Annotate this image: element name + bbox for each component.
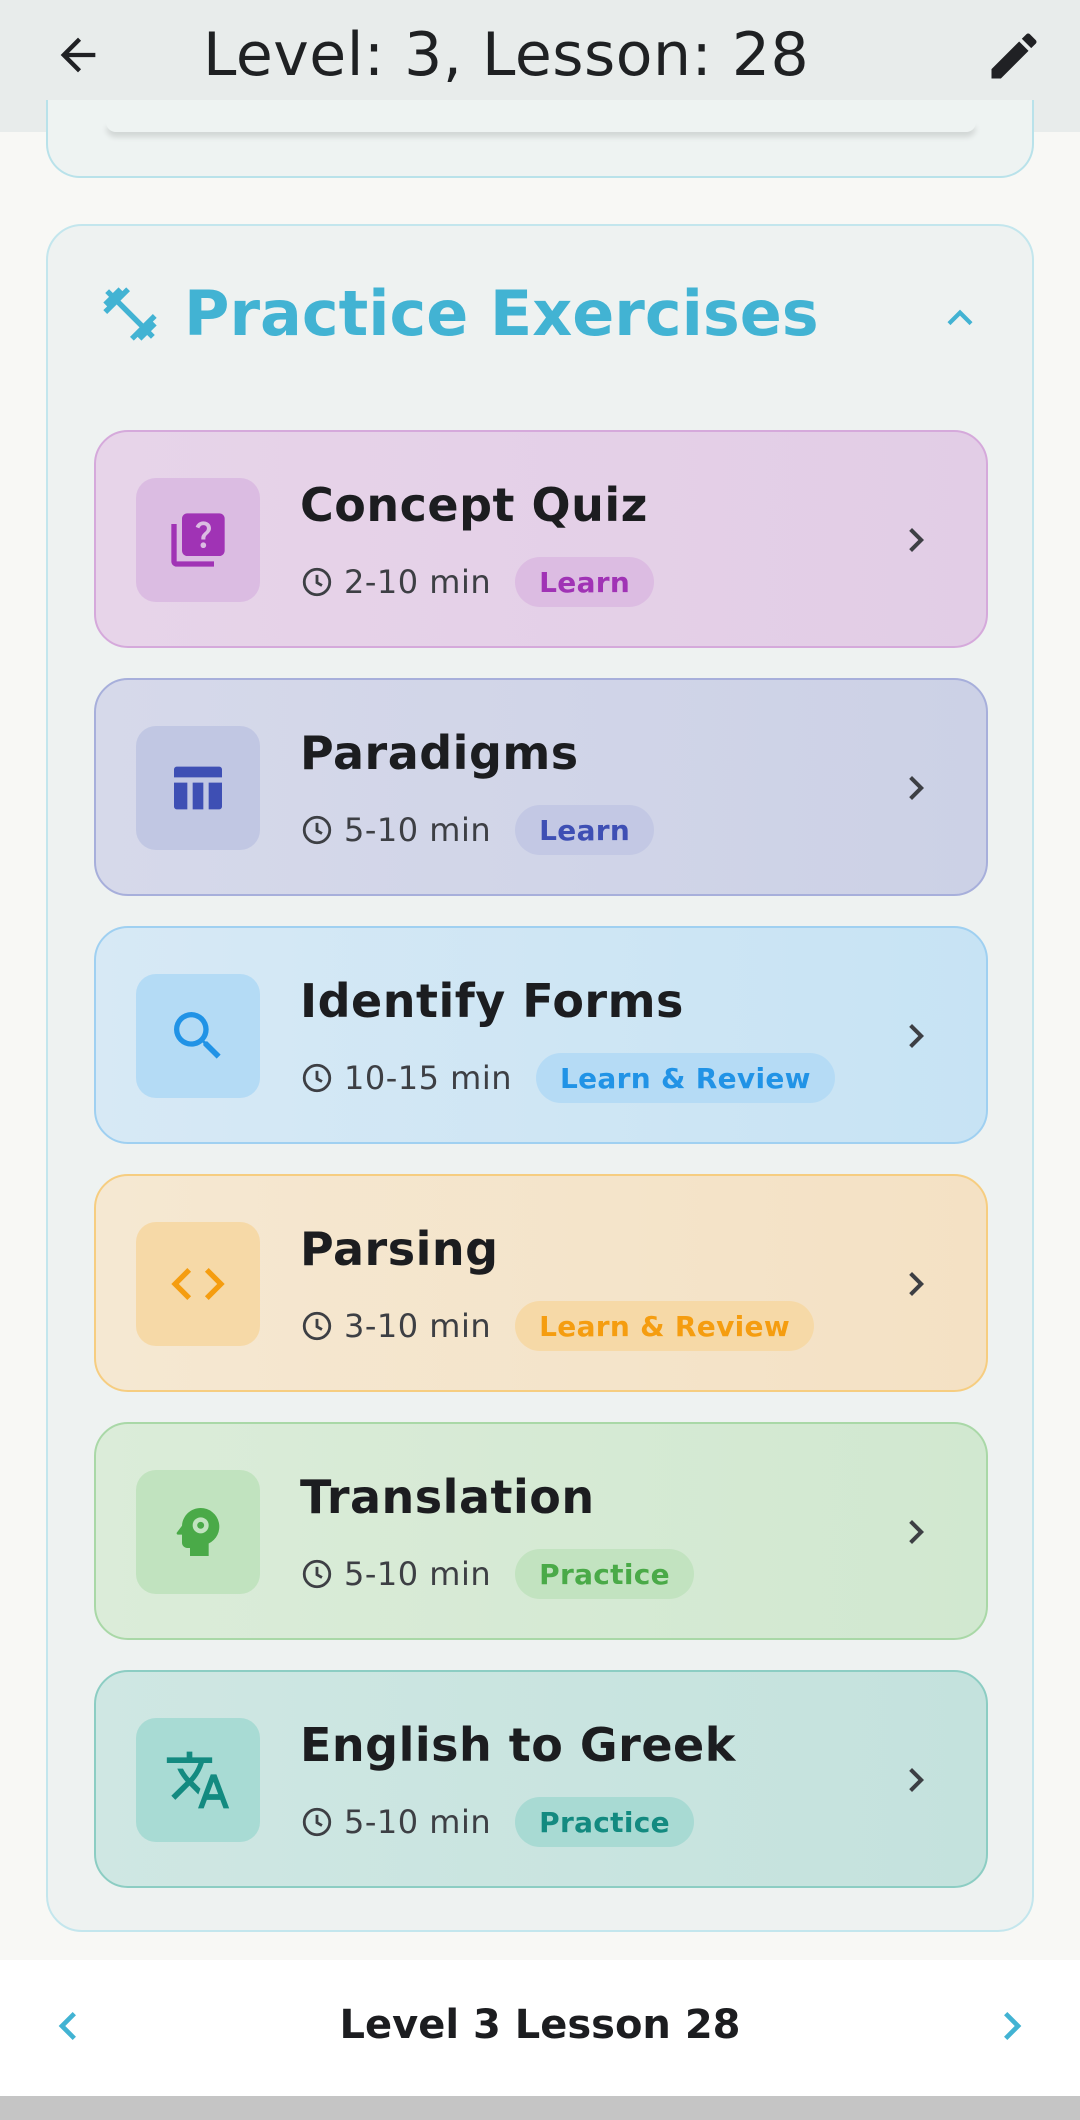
chevron-up-icon (947, 309, 973, 326)
clock-icon (302, 815, 332, 845)
practice-exercises-section: Practice Exercises Concept Quiz 2-10 min… (46, 224, 1034, 1932)
open-chevron (886, 510, 946, 570)
exercise-duration: 5-10 min (344, 1803, 492, 1841)
exercise-icon-tile (136, 1718, 260, 1842)
chevron-right-icon (909, 776, 924, 800)
exercise-card-paradigms[interactable]: Paradigms 5-10 min Learn (94, 678, 988, 896)
exercise-card-parsing[interactable]: Parsing 3-10 min Learn & Review (94, 1174, 988, 1392)
pencil-icon (991, 33, 1037, 79)
code-icon (171, 1268, 225, 1300)
exercise-name: Paradigms (300, 726, 579, 780)
section-header[interactable]: Practice Exercises (48, 226, 1032, 406)
current-lesson-label: Level 3 Lesson 28 (339, 2002, 741, 2048)
exercise-icon-tile (136, 1470, 260, 1594)
exercise-badge: Learn & Review (515, 1301, 814, 1351)
exercise-meta: 10-15 min Learn & Review (300, 1052, 835, 1104)
exercise-meta: 3-10 min Learn & Review (300, 1300, 814, 1352)
open-chevron (886, 758, 946, 818)
inner-card-edge (106, 122, 976, 132)
head-gear-icon (176, 1508, 220, 1556)
edit-button[interactable] (982, 24, 1046, 88)
exercise-name: Translation (300, 1470, 595, 1524)
open-chevron (886, 1750, 946, 1810)
exercise-badge: Learn (515, 805, 655, 855)
chevron-right-icon (909, 1272, 924, 1296)
open-chevron (886, 1254, 946, 1314)
chevron-right-icon (909, 1520, 924, 1544)
page-title: Level: 3, Lesson: 28 (203, 20, 810, 90)
section-title: Practice Exercises (184, 277, 819, 350)
chevron-right-icon (909, 528, 924, 552)
exercise-duration: 2-10 min (344, 563, 492, 601)
exercise-badge: Practice (515, 1549, 694, 1599)
exercise-meta: 5-10 min Practice (300, 1548, 694, 1600)
table-icon (174, 766, 222, 810)
previous-section-card (46, 100, 1034, 178)
exercise-meta: 5-10 min Practice (300, 1796, 694, 1848)
exercise-duration: 5-10 min (344, 811, 492, 849)
translate-icon (166, 1751, 230, 1809)
exercise-meta: 5-10 min Learn (300, 804, 655, 856)
back-button[interactable] (48, 25, 108, 85)
clock-icon (302, 1559, 332, 1589)
exercise-badge: Learn (515, 557, 655, 607)
chevron-right-icon (909, 1768, 924, 1792)
exercise-name: Concept Quiz (300, 478, 648, 532)
exercise-name: English to Greek (300, 1718, 736, 1772)
exercise-icon-tile (136, 478, 260, 602)
exercise-name: Parsing (300, 1222, 499, 1276)
chevron-right-icon (1004, 2012, 1022, 2040)
exercise-icon-tile (136, 726, 260, 850)
system-navigation-strip (0, 2096, 1080, 2120)
clock-icon (302, 1311, 332, 1341)
exercise-duration: 3-10 min (344, 1307, 492, 1345)
arrow-back-icon (60, 37, 96, 73)
quiz-icon (171, 513, 225, 567)
exercise-icon-tile (136, 1222, 260, 1346)
exercise-icon-tile (136, 974, 260, 1098)
dumbbell-icon (103, 287, 157, 341)
search-icon (174, 1012, 221, 1059)
exercise-card-identify-forms[interactable]: Identify Forms 10-15 min Learn & Review (94, 926, 988, 1144)
clock-icon (302, 1807, 332, 1837)
exercise-name: Identify Forms (300, 974, 684, 1028)
exercise-meta: 2-10 min Learn (300, 556, 655, 608)
exercise-badge: Learn & Review (536, 1053, 835, 1103)
open-chevron (886, 1006, 946, 1066)
collapse-button[interactable] (928, 286, 992, 350)
exercise-duration: 5-10 min (344, 1555, 492, 1593)
chevron-right-icon (909, 1024, 924, 1048)
exercise-card-concept-quiz[interactable]: Concept Quiz 2-10 min Learn (94, 430, 988, 648)
lesson-navigation-bar: Level 3 Lesson 28 (0, 1960, 1080, 2096)
next-lesson-button[interactable] (984, 1998, 1040, 2054)
exercise-card-translation[interactable]: Translation 5-10 min Practice (94, 1422, 988, 1640)
open-chevron (886, 1502, 946, 1562)
clock-icon (302, 567, 332, 597)
exercise-card-english-to-greek[interactable]: English to Greek 5-10 min Practice (94, 1670, 988, 1888)
clock-icon (302, 1063, 332, 1093)
exercise-duration: 10-15 min (344, 1059, 512, 1097)
exercise-badge: Practice (515, 1797, 694, 1847)
